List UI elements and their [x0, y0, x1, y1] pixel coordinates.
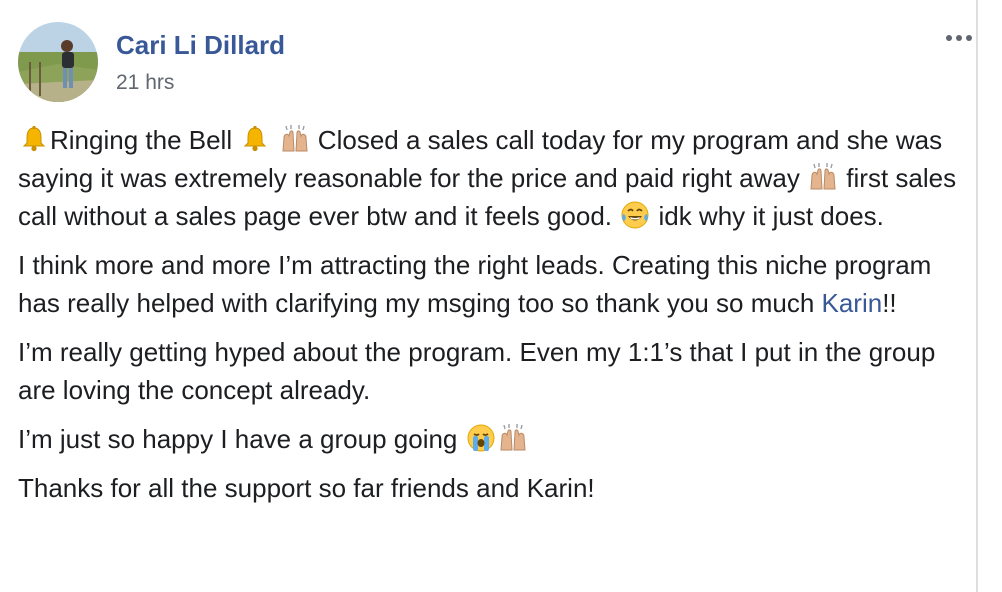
raising-hands-icon	[280, 124, 310, 154]
post-paragraph-5: Thanks for all the support so far friend…	[18, 473, 595, 503]
post-paragraph-4: I’m just so happy I have a group going	[18, 420, 973, 458]
post-paragraph-1: Ringing the Bell Closed a sales call tod…	[18, 121, 973, 235]
p1-text-d: idk why it just does.	[651, 201, 884, 231]
post-body: Ringing the Bell Closed a sales call tod…	[18, 121, 973, 518]
post-timestamp[interactable]: 21 hrs	[116, 71, 174, 95]
p1-text-a: Ringing the Bell	[50, 125, 240, 155]
card-border	[976, 0, 978, 592]
raising-hands-icon	[498, 423, 528, 453]
bell-icon	[240, 124, 270, 154]
raising-hands-icon	[808, 162, 838, 192]
avatar[interactable]	[18, 22, 98, 102]
p2-text-a: I think more and more I’m attracting the…	[18, 250, 932, 318]
tears-of-joy-icon	[620, 200, 650, 230]
bell-icon	[19, 124, 49, 154]
post-card: Cari Li Dillard 21 hrs Ringing the Bell …	[0, 0, 976, 592]
p2-text-b: !!	[882, 288, 897, 318]
ellipsis-icon[interactable]	[942, 26, 976, 50]
author-name[interactable]: Cari Li Dillard	[116, 30, 285, 61]
mention-link[interactable]: Karin	[822, 288, 883, 318]
p4-text: I’m just so happy I have a group going	[18, 424, 465, 454]
post-paragraph-3: I’m really getting hyped about the progr…	[18, 337, 936, 405]
loudly-crying-icon	[466, 423, 496, 453]
post-paragraph-2: I think more and more I’m attracting the…	[18, 246, 973, 322]
